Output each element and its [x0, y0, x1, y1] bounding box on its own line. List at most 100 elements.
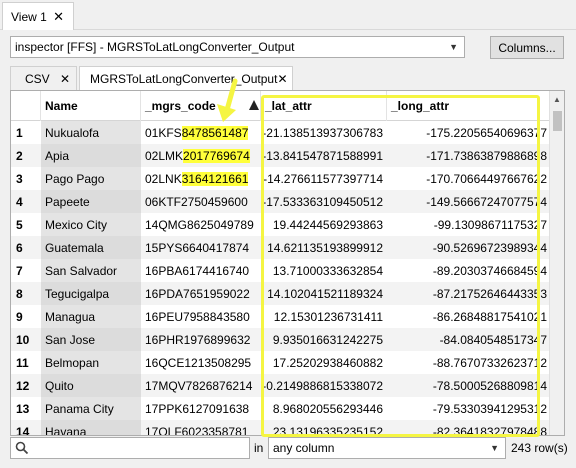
row-count: 243 row(s) — [511, 441, 568, 455]
cell-long: -79.53303941295312 — [432, 401, 547, 416]
tab-csv[interactable]: CSV ✕ — [10, 66, 77, 90]
column-header-name[interactable]: Name — [41, 91, 141, 121]
column-header-lat[interactable]: _lat_attr — [261, 91, 387, 121]
cell-lat: 12.15301236731411 — [273, 309, 383, 324]
columns-button[interactable]: Columns... — [490, 36, 564, 59]
cell-lat: 13.71000333632854 — [272, 263, 383, 278]
inspector-select-value: inspector [FFS] - MGRSToLatLongConverter… — [15, 40, 295, 54]
table-row[interactable]: 4 Papeete 06KTF2750459600 -17.5333631094505… — [11, 190, 551, 213]
cell-mgrs-code: 17QLF6023358781 — [145, 424, 249, 436]
cell-name: Quito — [41, 374, 141, 397]
table-row[interactable]: 13 Panama City 17PPK6127091638 8.9680205562… — [11, 397, 551, 420]
cell-name: Apia — [41, 144, 141, 167]
table-row[interactable]: 1 Nukualofa 01KFS 8478561487 -21.13851393730… — [11, 121, 551, 144]
column-header-mgrs-code[interactable]: _mgrs_code — [141, 91, 261, 121]
vertical-scrollbar[interactable]: ▲ — [549, 91, 564, 435]
row-number: 10 — [16, 332, 30, 347]
cell-mgrs-code: 16QCE1213508295 — [145, 355, 252, 370]
cell-lat: 9.935016631242275 — [272, 332, 383, 347]
cell-mgrs-code: 01KFS 8478561487 — [141, 121, 261, 144]
cell-mgrs-code: 16PHR1976899632 — [145, 332, 251, 347]
mgrs-prefix: 02LNK — [145, 171, 182, 186]
column-header-long[interactable]: _long_attr — [387, 91, 551, 121]
tab-label: MGRSToLatLongConverter_Output — [90, 71, 278, 86]
table-row[interactable]: 5 Mexico City 14QMG8625049789 19.4424456929… — [11, 213, 551, 236]
cell-long: -82.36418327978488 — [432, 424, 547, 436]
cell-lat: -0.2149886815338072 — [262, 378, 383, 393]
cell-long: -175.22056540696377 — [426, 125, 547, 140]
cell-long: -171.73863879886898 — [426, 148, 547, 163]
cell-name: Pago Pago — [41, 167, 141, 190]
cell-mgrs-code: 16PBA6174416740 — [145, 263, 250, 278]
row-number: 11 — [16, 355, 29, 370]
row-number: 4 — [16, 194, 23, 209]
mgrs-highlighted-digits: 2017769674 — [183, 148, 250, 163]
cell-name: Guatemala — [41, 236, 141, 259]
cell-lat: -13.841547871588991 — [262, 148, 383, 163]
mgrs-prefix: 01KFS — [145, 125, 182, 140]
row-number: 14 — [16, 424, 30, 436]
table-row[interactable]: 11 Belmopan 16QCE1213508295 17.252029384608… — [11, 351, 551, 374]
row-number: 8 — [16, 286, 23, 301]
sort-ascending-icon[interactable] — [249, 100, 259, 110]
mgrs-highlighted-digits: 8478561487 — [181, 125, 249, 140]
table-header: Name _mgrs_code _lat_attr _long_attr — [11, 91, 551, 121]
search-field[interactable] — [10, 437, 250, 459]
cell-name: Havana — [41, 420, 141, 435]
table-body: 1 Nukualofa 01KFS 8478561487 -21.13851393730… — [11, 121, 551, 436]
mgrs-prefix: 02LMK — [145, 148, 184, 163]
cell-lat: 14.621135193899912 — [267, 240, 383, 255]
view-tab-label: View 1 — [11, 9, 47, 24]
view-tab[interactable]: View 1 ✕ — [2, 2, 74, 30]
tab-mgrs-output[interactable]: MGRSToLatLongConverter_Output ✕ — [79, 66, 293, 90]
row-number: 12 — [16, 378, 30, 393]
table-row[interactable]: 14 Havana 17QLF6023358781 23.13196335235152… — [11, 420, 551, 436]
cell-long: -78.50005268809814 — [432, 378, 547, 393]
cell-name: Managua — [41, 305, 141, 328]
table-row[interactable]: 12 Quito 17MQV7826876214 -0.214988681533807… — [11, 374, 551, 397]
cell-mgrs-code: 02LMK 2017769674 — [141, 144, 261, 167]
table-row[interactable]: 7 San Salvador 16PBA6174416740 13.710003336… — [11, 259, 551, 282]
table-row[interactable]: 10 San Jose 16PHR1976899632 9.9350166312422… — [11, 328, 551, 351]
table-row[interactable]: 2 Apia 02LMK 2017769674 -13.841547871588991-… — [11, 144, 551, 167]
cell-long: -149.56667247077574 — [426, 194, 547, 209]
column-filter-select[interactable]: any column ▼ — [268, 437, 506, 459]
cell-lat: -21.138513937306783 — [262, 125, 383, 140]
close-icon[interactable]: ✕ — [277, 73, 287, 85]
cell-long: -99.13098671175327 — [433, 217, 547, 232]
row-number: 13 — [16, 401, 30, 416]
search-icon — [15, 441, 29, 455]
cell-name: San Salvador — [41, 259, 141, 282]
close-icon[interactable]: ✕ — [53, 10, 64, 23]
cell-name: Tegucigalpa — [41, 282, 141, 305]
cell-mgrs-code: 14QMG8625049789 — [145, 217, 254, 232]
close-icon[interactable]: ✕ — [60, 73, 70, 85]
row-number: 5 — [16, 217, 23, 232]
search-in-label: in — [254, 441, 264, 455]
cell-mgrs-code: 16PDA7651959022 — [145, 286, 250, 301]
cell-long: -170.70664497667622 — [426, 171, 547, 186]
cell-name: Panama City — [41, 397, 141, 420]
mgrs-highlighted-digits: 3164121661 — [181, 171, 249, 186]
table-row[interactable]: 3 Pago Pago 02LNK 3164121661 -14.27661157739… — [11, 167, 551, 190]
cell-mgrs-code: 02LNK 3164121661 — [141, 167, 261, 190]
cell-name: Nukualofa — [41, 121, 141, 144]
inspector-select[interactable]: inspector [FFS] - MGRSToLatLongConverter… — [10, 36, 465, 58]
cell-lat: -14.276611577397714 — [263, 171, 383, 186]
chevron-down-icon: ▼ — [490, 443, 499, 453]
cell-name: Papeete — [41, 190, 141, 213]
tab-label: CSV — [25, 71, 50, 86]
table-row[interactable]: 6 Guatemala 15PYS6640417874 14.621135193899… — [11, 236, 551, 259]
table-row[interactable]: 8 Tegucigalpa 16PDA7651959022 14.1020415211… — [11, 282, 551, 305]
column-filter-value: any column — [273, 441, 335, 455]
cell-mgrs-code: 16PEU7958843580 — [145, 309, 250, 324]
table-row[interactable]: 9 Managua 16PEU7958843580 12.15301236731411… — [11, 305, 551, 328]
cell-long: -87.21752646443353 — [432, 286, 547, 301]
scroll-up-icon[interactable]: ▲ — [553, 95, 561, 104]
cell-lat: 19.44244569293863 — [272, 217, 383, 232]
cell-mgrs-code: 17PPK6127091638 — [145, 401, 250, 416]
scrollbar-thumb[interactable] — [553, 111, 562, 131]
cell-mgrs-code: 17MQV7826876214 — [145, 378, 253, 393]
cell-lat: 17.25202938460882 — [272, 355, 383, 370]
dataset-tabs: CSV ✕ MGRSToLatLongConverter_Output ✕ — [10, 66, 565, 90]
